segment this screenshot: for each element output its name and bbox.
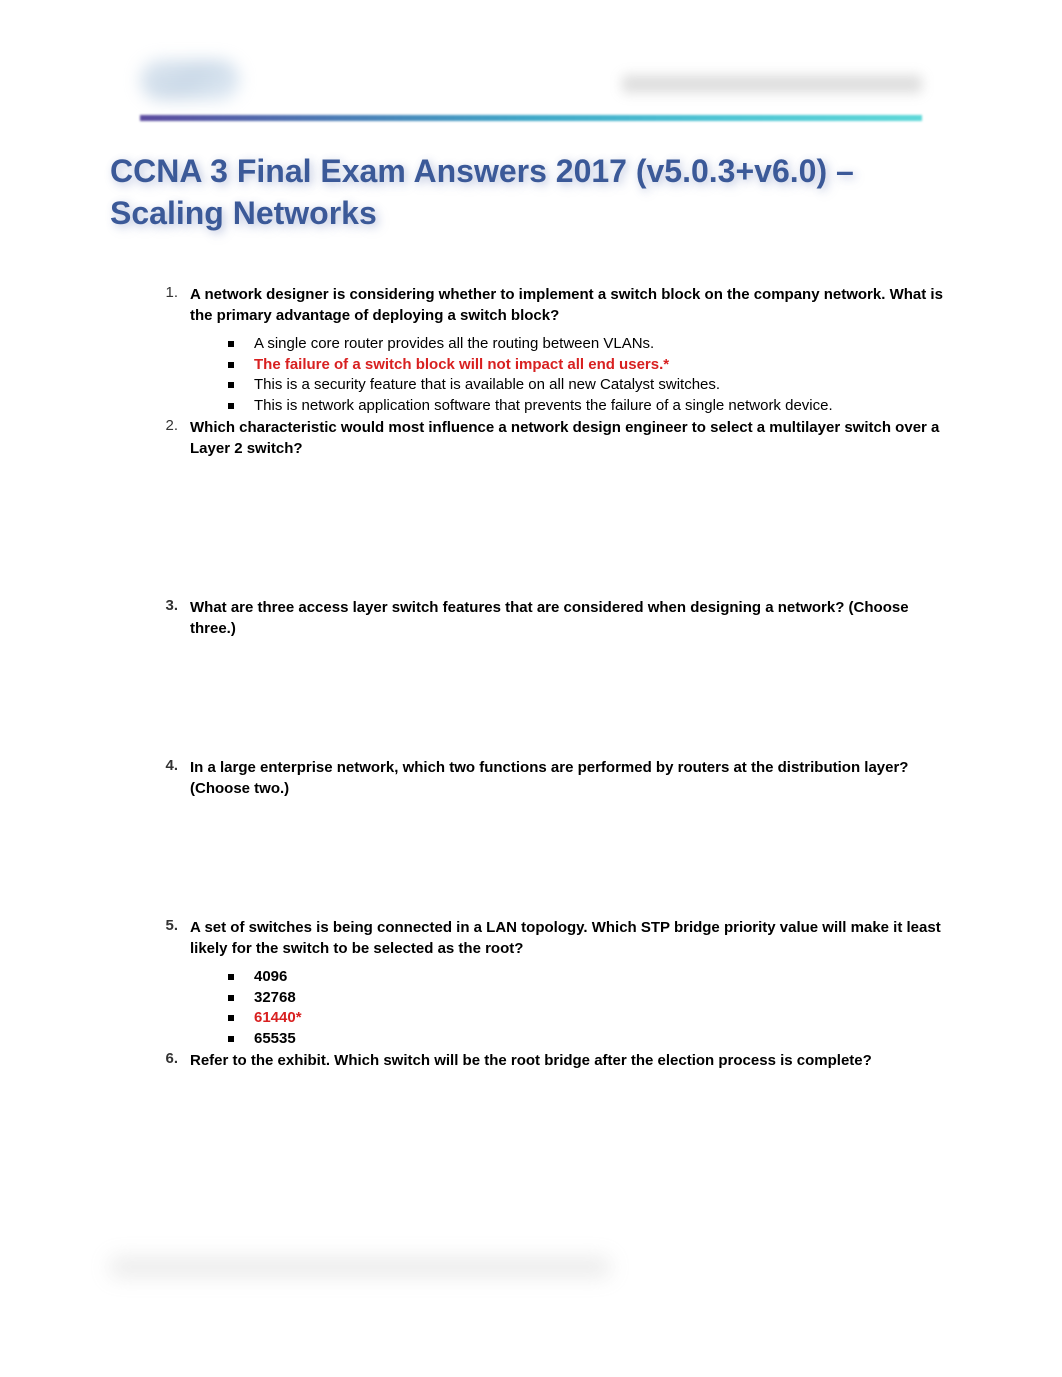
answer-text: A single core router provides all the ro… (254, 334, 654, 354)
bullet-icon (228, 1015, 234, 1021)
question-text: A set of switches is being connected in … (190, 917, 952, 959)
question-number: 5. (160, 917, 190, 934)
spacer (160, 807, 952, 917)
question-text: In a large enterprise network, which two… (190, 757, 952, 799)
question-number: 6. (160, 1050, 190, 1067)
answers-list: 40963276861440*65535 (160, 967, 952, 1048)
answers-list: A single core router provides all the ro… (160, 334, 952, 415)
answer-item: 61440* (228, 1008, 952, 1028)
question-number: 4. (160, 757, 190, 774)
answer-item: A single core router provides all the ro… (228, 334, 952, 354)
question-number: 1. (160, 284, 190, 301)
question-number: 2. (160, 417, 190, 434)
bullet-icon (228, 341, 234, 347)
questions-list: 1.A network designer is considering whet… (110, 284, 952, 1071)
bullet-icon (228, 974, 234, 980)
question-number: 3. (160, 597, 190, 614)
header-divider (140, 115, 922, 121)
answer-item: 4096 (228, 967, 952, 987)
question-text: What are three access layer switch featu… (190, 597, 952, 639)
bullet-icon (228, 403, 234, 409)
spacer (160, 647, 952, 757)
footer-placeholder (110, 1257, 610, 1277)
question-text: Which characteristic would most influenc… (190, 417, 952, 459)
answer-text: This is a security feature that is avail… (254, 375, 720, 395)
answer-text: 32768 (254, 988, 296, 1008)
question-item: 6.Refer to the exhibit. Which switch wil… (160, 1050, 952, 1071)
bullet-icon (228, 995, 234, 1001)
answer-item: 32768 (228, 988, 952, 1008)
question-item: 4.In a large enterprise network, which t… (160, 757, 952, 799)
answer-item: This is network application software tha… (228, 396, 952, 416)
answer-text: 65535 (254, 1029, 296, 1049)
question-item: 1.A network designer is considering whet… (160, 284, 952, 326)
question-item: 3.What are three access layer switch fea… (160, 597, 952, 639)
bullet-icon (228, 382, 234, 388)
answer-text: 4096 (254, 967, 287, 987)
document-header (110, 60, 952, 110)
question-text: A network designer is considering whethe… (190, 284, 952, 326)
question-item: 5.A set of switches is being connected i… (160, 917, 952, 959)
answer-text: The failure of a switch block will not i… (254, 355, 669, 375)
answer-text: This is network application software tha… (254, 396, 833, 416)
page-title: CCNA 3 Final Exam Answers 2017 (v5.0.3+v… (110, 151, 952, 234)
logo-placeholder (140, 60, 240, 100)
answer-item: 65535 (228, 1029, 952, 1049)
spacer (160, 467, 952, 597)
header-text-placeholder (622, 75, 922, 93)
bullet-icon (228, 362, 234, 368)
bullet-icon (228, 1036, 234, 1042)
answer-item: The failure of a switch block will not i… (228, 355, 952, 375)
answer-text: 61440* (254, 1008, 302, 1028)
answer-item: This is a security feature that is avail… (228, 375, 952, 395)
question-item: 2.Which characteristic would most influe… (160, 417, 952, 459)
question-text: Refer to the exhibit. Which switch will … (190, 1050, 952, 1071)
